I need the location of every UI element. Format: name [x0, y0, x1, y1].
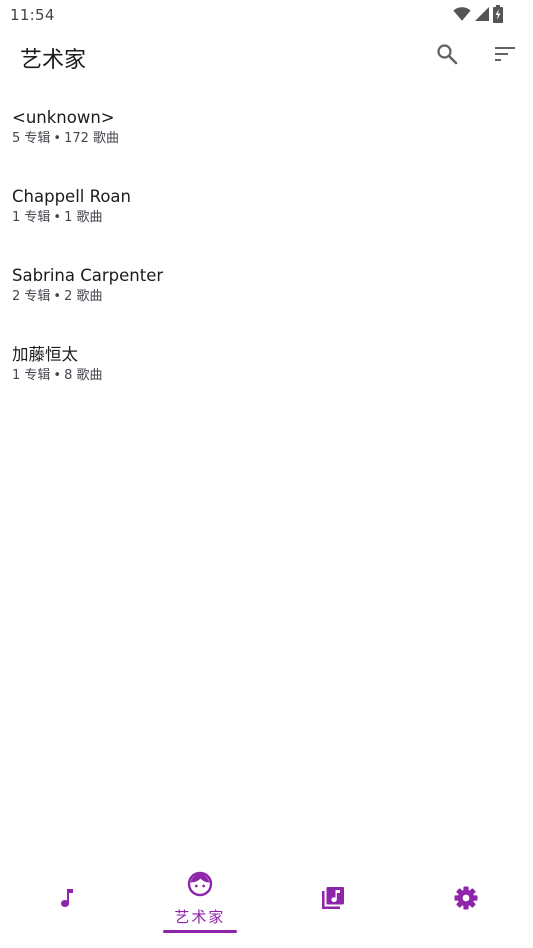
separator-dot: • [53, 131, 62, 146]
page-title: 艺术家 [20, 48, 87, 73]
artist-name: 加藤恒太 [12, 345, 78, 364]
album-count: 2 专辑 [12, 289, 51, 304]
artist-row-sabrina-carpenter[interactable]: Sabrina Carpenter 2 专辑 • 2 歌曲 [0, 253, 533, 332]
active-tab-indicator [162, 930, 237, 933]
nav-settings[interactable] [400, 870, 533, 948]
sort-icon [492, 42, 516, 70]
cell-signal-icon [475, 6, 489, 22]
song-count: 1 歌曲 [64, 210, 103, 225]
nav-songs[interactable] [0, 870, 133, 948]
nav-albums[interactable] [267, 870, 400, 948]
nav-artists[interactable]: 艺术家 [133, 870, 266, 948]
artist-name: Chappell Roan [12, 187, 131, 206]
artist-meta: 5 专辑 • 172 歌曲 [12, 131, 533, 147]
status-time: 11:54 [10, 6, 55, 24]
artist-row-unknown[interactable]: <unknown> 5 专辑 • 172 歌曲 [0, 95, 533, 174]
music-note-icon [53, 884, 81, 912]
song-count: 8 歌曲 [64, 368, 103, 383]
artist-meta: 1 专辑 • 8 歌曲 [12, 368, 533, 384]
album-count: 1 专辑 [12, 210, 51, 225]
settings-gear-icon [452, 884, 480, 912]
artist-meta: 1 专辑 • 1 歌曲 [12, 210, 533, 226]
album-count: 1 专辑 [12, 368, 51, 383]
album-library-icon [319, 884, 347, 912]
battery-charging-icon [493, 5, 503, 23]
album-count: 5 专辑 [12, 131, 51, 146]
artist-face-icon [186, 870, 214, 898]
song-count: 172 歌曲 [64, 131, 120, 146]
artist-row-kato-kota[interactable]: 加藤恒太 1 专辑 • 8 歌曲 [0, 332, 533, 411]
sort-button[interactable] [490, 42, 518, 70]
search-button[interactable] [433, 42, 461, 70]
app-screen: 11:54 艺术家 <unknown> 5 专辑 • 172 歌曲 Chappe… [0, 0, 533, 948]
status-icons [453, 5, 503, 23]
artist-name: <unknown> [12, 108, 115, 127]
search-icon [435, 42, 459, 70]
artist-list: <unknown> 5 专辑 • 172 歌曲 Chappell Roan 1 专辑… [0, 95, 533, 411]
artist-row-chappell-roan[interactable]: Chappell Roan 1 专辑 • 1 歌曲 [0, 174, 533, 253]
separator-dot: • [53, 368, 62, 383]
song-count: 2 歌曲 [64, 289, 103, 304]
app-bar: 艺术家 [0, 30, 533, 82]
artist-name: Sabrina Carpenter [12, 266, 164, 285]
status-bar: 11:54 [0, 0, 533, 30]
wifi-icon [453, 6, 471, 22]
separator-dot: • [53, 210, 62, 225]
artist-meta: 2 专辑 • 2 歌曲 [12, 289, 533, 305]
separator-dot: • [53, 289, 62, 304]
nav-artists-label: 艺术家 [174, 908, 226, 926]
bottom-navigation: 艺术家 [0, 870, 533, 948]
